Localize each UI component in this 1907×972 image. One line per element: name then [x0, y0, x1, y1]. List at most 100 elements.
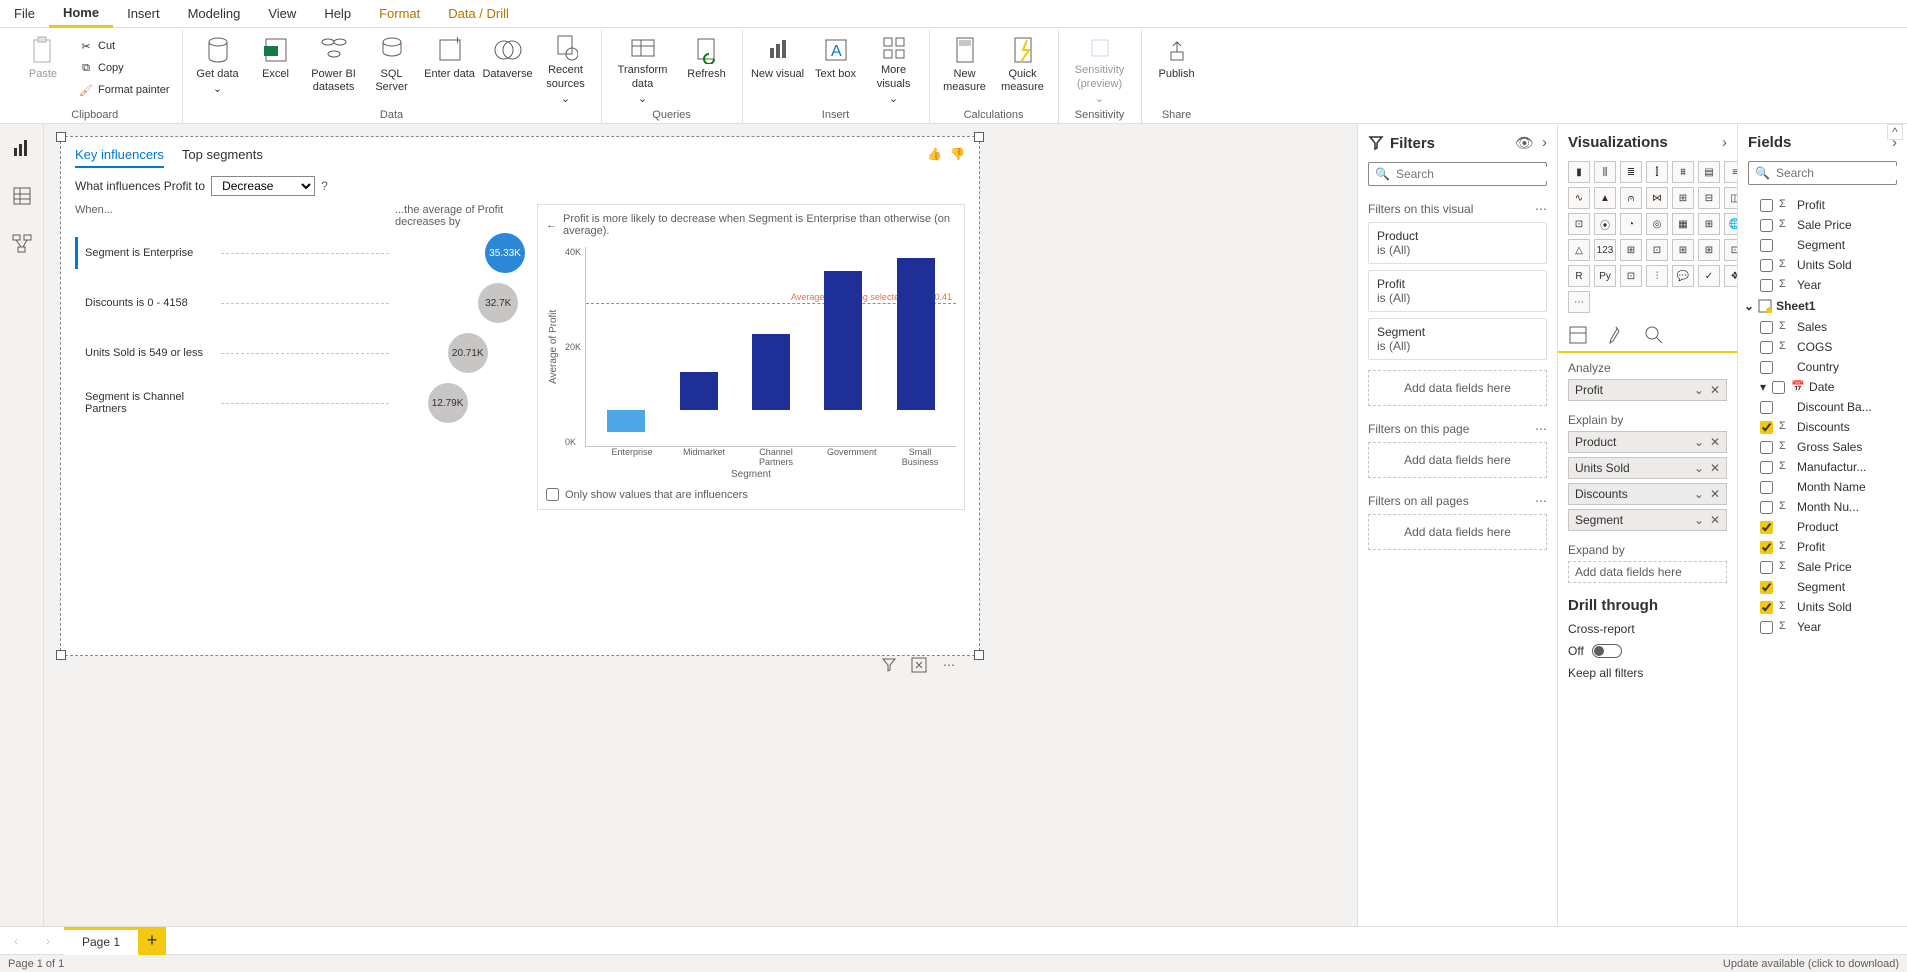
- field-well-item[interactable]: Segment⌄✕: [1568, 509, 1727, 531]
- analytics-tab-icon[interactable]: [1644, 325, 1666, 347]
- viz-type-icon[interactable]: ⊞: [1672, 239, 1694, 261]
- field-item[interactable]: ΣDiscounts: [1738, 417, 1907, 437]
- viz-type-icon[interactable]: ⦿: [1594, 213, 1616, 235]
- field-checkbox[interactable]: [1760, 341, 1773, 354]
- viz-type-icon[interactable]: ◔: [1620, 213, 1642, 235]
- tab-home[interactable]: Home: [49, 0, 113, 28]
- viz-type-icon[interactable]: 123: [1594, 239, 1616, 261]
- field-item[interactable]: ΣUnits Sold: [1738, 597, 1907, 617]
- viz-type-icon[interactable]: ▮: [1568, 161, 1590, 183]
- field-checkbox[interactable]: [1760, 401, 1773, 414]
- chevron-down-icon[interactable]: ⌄: [1694, 461, 1704, 475]
- viz-type-icon[interactable]: ⊞: [1672, 187, 1694, 209]
- field-checkbox[interactable]: [1760, 321, 1773, 334]
- field-item[interactable]: ΣProfit: [1738, 537, 1907, 557]
- filter-card[interactable]: Profitis (All): [1368, 270, 1547, 312]
- expand-icon[interactable]: ▾: [1760, 380, 1766, 394]
- ki-influencer-row[interactable]: Segment is Enterprise35.33K: [75, 228, 525, 278]
- report-canvas[interactable]: Key influencers Top segments 👍 👎 What in…: [44, 124, 1357, 926]
- field-checkbox[interactable]: [1760, 521, 1773, 534]
- filter-card[interactable]: Productis (All): [1368, 222, 1547, 264]
- field-item[interactable]: Product: [1738, 517, 1907, 537]
- new-visual-button[interactable]: New visual: [751, 30, 805, 106]
- collapse-icon[interactable]: ›: [1722, 134, 1727, 151]
- resize-handle[interactable]: [56, 650, 66, 660]
- remove-icon[interactable]: ✕: [1710, 513, 1720, 527]
- viz-type-icon[interactable]: ▦: [1672, 213, 1694, 235]
- viz-type-icon[interactable]: 💬: [1672, 265, 1694, 287]
- cross-report-toggle[interactable]: [1592, 644, 1622, 658]
- viz-type-icon[interactable]: ⋈: [1646, 187, 1668, 209]
- field-item[interactable]: ΣGross Sales: [1738, 437, 1907, 457]
- remove-icon[interactable]: ✕: [1710, 487, 1720, 501]
- field-well-item[interactable]: Product⌄✕: [1568, 431, 1727, 453]
- field-item[interactable]: ΣSale Price: [1738, 557, 1907, 577]
- field-item[interactable]: ΣYear: [1738, 275, 1907, 295]
- dataverse-button[interactable]: Dataverse: [481, 30, 535, 106]
- field-checkbox[interactable]: [1760, 199, 1773, 212]
- viz-type-icon[interactable]: ⫿: [1646, 161, 1668, 183]
- field-item[interactable]: ΣMonth Nu...: [1738, 497, 1907, 517]
- viz-type-icon[interactable]: ✓: [1698, 265, 1720, 287]
- data-view-button[interactable]: [6, 180, 38, 212]
- back-arrow-icon[interactable]: ←: [546, 219, 557, 231]
- field-item[interactable]: Discount Ba...: [1738, 397, 1907, 417]
- field-checkbox[interactable]: [1760, 581, 1773, 594]
- get-data-button[interactable]: Get data⌄: [191, 30, 245, 106]
- ki-tab-top-segments[interactable]: Top segments: [182, 147, 263, 168]
- field-checkbox[interactable]: [1760, 461, 1773, 474]
- field-item[interactable]: ΣProfit: [1738, 195, 1907, 215]
- page-next-button[interactable]: ›: [36, 929, 60, 953]
- viz-type-icon[interactable]: R: [1568, 265, 1590, 287]
- field-checkbox[interactable]: [1772, 381, 1785, 394]
- chevron-down-icon[interactable]: ⌄: [1694, 435, 1704, 449]
- field-checkbox[interactable]: [1760, 601, 1773, 614]
- publish-button[interactable]: Publish: [1150, 30, 1204, 106]
- fields-search-input[interactable]: [1776, 166, 1907, 180]
- add-visual-filter[interactable]: Add data fields here: [1368, 370, 1547, 406]
- viz-type-icon[interactable]: ⊡: [1620, 265, 1642, 287]
- format-tab-icon[interactable]: [1606, 325, 1628, 347]
- only-influencers-checkbox[interactable]: [546, 488, 559, 501]
- ki-influencer-row[interactable]: Units Sold is 549 or less20.71K: [75, 328, 525, 378]
- field-item[interactable]: ΣSales: [1738, 317, 1907, 337]
- more-icon[interactable]: ⋯: [1535, 494, 1547, 508]
- field-checkbox[interactable]: [1760, 421, 1773, 434]
- viz-type-icon[interactable]: ⊡: [1568, 213, 1590, 235]
- filter-icon[interactable]: [880, 656, 898, 674]
- tab-data-drill[interactable]: Data / Drill: [434, 0, 523, 28]
- viz-type-icon[interactable]: ⊞: [1698, 213, 1720, 235]
- enter-data-button[interactable]: +Enter data: [423, 30, 477, 106]
- field-item[interactable]: Country: [1738, 357, 1907, 377]
- viz-type-icon[interactable]: ◎: [1646, 213, 1668, 235]
- field-checkbox[interactable]: [1760, 441, 1773, 454]
- quick-measure-button[interactable]: Quick measure: [996, 30, 1050, 106]
- viz-type-icon[interactable]: ⫼: [1594, 161, 1616, 183]
- chevron-down-icon[interactable]: ⌄: [1694, 487, 1704, 501]
- ki-influencer-row[interactable]: Segment is Channel Partners12.79K: [75, 378, 525, 428]
- field-item[interactable]: ΣUnits Sold: [1738, 255, 1907, 275]
- refresh-button[interactable]: Refresh: [680, 30, 734, 106]
- tab-format[interactable]: Format: [365, 0, 434, 28]
- page-tab-1[interactable]: Page 1: [64, 927, 138, 955]
- sql-server-button[interactable]: SQL Server: [365, 30, 419, 106]
- fields-tab-icon[interactable]: [1568, 325, 1590, 347]
- resize-handle[interactable]: [56, 132, 66, 142]
- field-item[interactable]: ▾📅Date: [1738, 377, 1907, 397]
- recent-sources-button[interactable]: Recent sources⌄: [539, 30, 593, 106]
- ki-help-icon[interactable]: ?: [321, 179, 328, 193]
- field-item[interactable]: ΣYear: [1738, 617, 1907, 637]
- remove-icon[interactable]: ✕: [1710, 383, 1720, 397]
- model-view-button[interactable]: [6, 228, 38, 260]
- sensitivity-button[interactable]: Sensitivity (preview)⌄: [1067, 30, 1133, 106]
- report-view-button[interactable]: [6, 132, 38, 164]
- thumbs-down-icon[interactable]: 👎: [950, 147, 965, 161]
- tab-file[interactable]: File: [0, 0, 49, 28]
- field-checkbox[interactable]: [1760, 561, 1773, 574]
- more-icon[interactable]: ⋯: [1535, 422, 1547, 436]
- field-well-item[interactable]: Units Sold⌄✕: [1568, 457, 1727, 479]
- add-expand-field[interactable]: Add data fields here: [1568, 561, 1727, 583]
- transform-data-button[interactable]: Transform data⌄: [610, 30, 676, 106]
- field-item[interactable]: Segment: [1738, 235, 1907, 255]
- more-visuals-button[interactable]: More visuals⌄: [867, 30, 921, 106]
